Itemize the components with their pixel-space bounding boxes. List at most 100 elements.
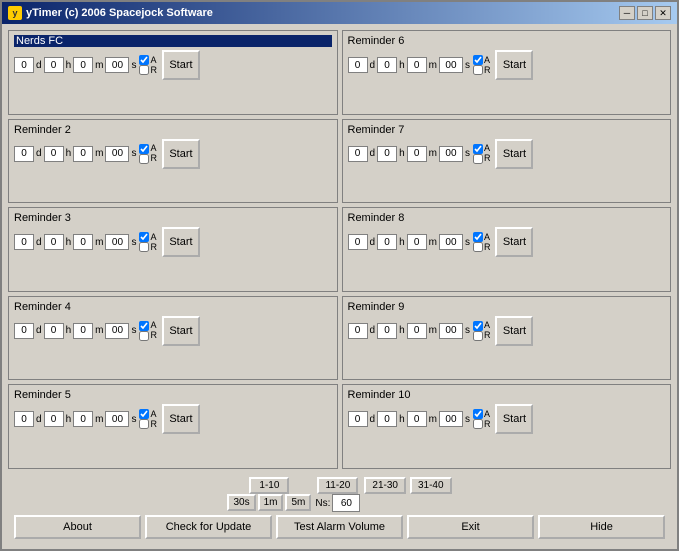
timer-4-minutes[interactable] bbox=[73, 323, 93, 339]
about-button[interactable]: About bbox=[14, 515, 141, 539]
timer-4-start-button[interactable]: Start bbox=[162, 316, 200, 346]
timer-8-repeat-checkbox[interactable] bbox=[473, 242, 483, 252]
timer-7-minutes[interactable] bbox=[407, 146, 427, 162]
timer-2-repeat-checkbox[interactable] bbox=[139, 154, 149, 164]
timer-9-minutes[interactable] bbox=[407, 323, 427, 339]
timer-9-repeat-checkbox[interactable] bbox=[473, 331, 483, 341]
timer-8-days[interactable] bbox=[348, 234, 368, 250]
timer-5-minutes[interactable] bbox=[73, 411, 93, 427]
timer-2-seconds[interactable] bbox=[105, 146, 129, 162]
exit-button[interactable]: Exit bbox=[407, 515, 534, 539]
timer-10-days[interactable] bbox=[348, 411, 368, 427]
timer-9-days[interactable] bbox=[348, 323, 368, 339]
timer-box-5: Reminder 5dhmsARStart bbox=[8, 384, 338, 469]
timer-5-seconds[interactable] bbox=[105, 411, 129, 427]
timer-name-4[interactable]: Reminder 4 bbox=[14, 301, 332, 313]
hide-button[interactable]: Hide bbox=[538, 515, 665, 539]
timer-10-start-button[interactable]: Start bbox=[495, 404, 533, 434]
timer-2-minutes[interactable] bbox=[73, 146, 93, 162]
timer-6-start-button[interactable]: Start bbox=[495, 50, 533, 80]
timer-1-minutes[interactable] bbox=[73, 57, 93, 73]
timer-name-5[interactable]: Reminder 5 bbox=[14, 389, 332, 401]
timer-3-days[interactable] bbox=[14, 234, 34, 250]
preset-5m-button[interactable]: 5m bbox=[285, 494, 311, 511]
timer-name-1[interactable]: Nerds FC bbox=[14, 35, 332, 47]
timer-3-alarm-checkbox[interactable] bbox=[139, 232, 149, 242]
timer-7-seconds[interactable] bbox=[439, 146, 463, 162]
preset-1m-button[interactable]: 1m bbox=[258, 494, 284, 511]
timer-1-start-button[interactable]: Start bbox=[162, 50, 200, 80]
timer-3-repeat-checkbox[interactable] bbox=[139, 242, 149, 252]
timer-name-8[interactable]: Reminder 8 bbox=[348, 212, 666, 224]
timer-7-repeat-checkbox[interactable] bbox=[473, 154, 483, 164]
timer-3-minutes[interactable] bbox=[73, 234, 93, 250]
timer-4-seconds[interactable] bbox=[105, 323, 129, 339]
timer-1-days[interactable] bbox=[14, 57, 34, 73]
timer-8-seconds[interactable] bbox=[439, 234, 463, 250]
timer-9-alarm-checkbox[interactable] bbox=[473, 321, 483, 331]
timer-4-repeat-checkbox[interactable] bbox=[139, 331, 149, 341]
timer-9-start-button[interactable]: Start bbox=[495, 316, 533, 346]
preset-30s-button[interactable]: 30s bbox=[227, 494, 255, 511]
page-21-30-button[interactable]: 21-30 bbox=[364, 477, 406, 494]
timer-8-hours[interactable] bbox=[377, 234, 397, 250]
timer-2-hours[interactable] bbox=[44, 146, 64, 162]
timer-5-start-button[interactable]: Start bbox=[162, 404, 200, 434]
timer-6-seconds[interactable] bbox=[439, 57, 463, 73]
timer-9-hours[interactable] bbox=[377, 323, 397, 339]
timer-7-days[interactable] bbox=[348, 146, 368, 162]
timer-4-days[interactable] bbox=[14, 323, 34, 339]
timer-name-6[interactable]: Reminder 6 bbox=[348, 35, 666, 47]
timer-4-alarm-checkbox[interactable] bbox=[139, 321, 149, 331]
timer-10-seconds[interactable] bbox=[439, 411, 463, 427]
timer-5-days[interactable] bbox=[14, 411, 34, 427]
ns-input[interactable] bbox=[332, 494, 360, 512]
timer-name-9[interactable]: Reminder 9 bbox=[348, 301, 666, 313]
test-alarm-button[interactable]: Test Alarm Volume bbox=[276, 515, 403, 539]
timer-3-start-button[interactable]: Start bbox=[162, 227, 200, 257]
timer-1-seconds[interactable] bbox=[105, 57, 129, 73]
timer-2-start-button[interactable]: Start bbox=[162, 139, 200, 169]
timer-name-3[interactable]: Reminder 3 bbox=[14, 212, 332, 224]
timer-8-minutes[interactable] bbox=[407, 234, 427, 250]
timer-2-days[interactable] bbox=[14, 146, 34, 162]
timer-10-repeat-checkbox[interactable] bbox=[473, 419, 483, 429]
timer-name-10[interactable]: Reminder 10 bbox=[348, 389, 666, 401]
timer-4-hours[interactable] bbox=[44, 323, 64, 339]
timer-9-seconds[interactable] bbox=[439, 323, 463, 339]
timer-name-2[interactable]: Reminder 2 bbox=[14, 124, 332, 136]
timer-6-hours[interactable] bbox=[377, 57, 397, 73]
timer-2-m-label: m bbox=[95, 148, 103, 159]
page-11-20-button[interactable]: 11-20 bbox=[317, 477, 358, 494]
timer-10-hours[interactable] bbox=[377, 411, 397, 427]
check-update-button[interactable]: Check for Update bbox=[145, 515, 272, 539]
timer-6-minutes[interactable] bbox=[407, 57, 427, 73]
timer-10-minutes[interactable] bbox=[407, 411, 427, 427]
timer-6-days[interactable] bbox=[348, 57, 368, 73]
timer-2-alarm-checkbox[interactable] bbox=[139, 144, 149, 154]
timer-6-alarm-checkbox[interactable] bbox=[473, 55, 483, 65]
timer-3-hours[interactable] bbox=[44, 234, 64, 250]
timer-5-repeat-checkbox[interactable] bbox=[139, 419, 149, 429]
page-1-10-button[interactable]: 1-10 bbox=[249, 477, 289, 494]
minimize-button[interactable]: ─ bbox=[619, 6, 635, 20]
timer-3-seconds[interactable] bbox=[105, 234, 129, 250]
timer-name-7[interactable]: Reminder 7 bbox=[348, 124, 666, 136]
page-31-40-button[interactable]: 31-40 bbox=[410, 477, 452, 494]
timer-8-alarm-checkbox[interactable] bbox=[473, 232, 483, 242]
timer-8-start-button[interactable]: Start bbox=[495, 227, 533, 257]
timer-1-hours[interactable] bbox=[44, 57, 64, 73]
timer-3-h-label: h bbox=[66, 237, 72, 248]
timer-6-repeat-checkbox[interactable] bbox=[473, 65, 483, 75]
close-button[interactable]: ✕ bbox=[655, 6, 671, 20]
timer-1-repeat-checkbox[interactable] bbox=[139, 65, 149, 75]
timer-controls-7: dhmsARStart bbox=[348, 139, 666, 169]
timer-7-hours[interactable] bbox=[377, 146, 397, 162]
maximize-button[interactable]: □ bbox=[637, 6, 653, 20]
timer-7-alarm-checkbox[interactable] bbox=[473, 144, 483, 154]
timer-7-start-button[interactable]: Start bbox=[495, 139, 533, 169]
timer-5-hours[interactable] bbox=[44, 411, 64, 427]
timer-5-alarm-checkbox[interactable] bbox=[139, 409, 149, 419]
timer-1-alarm-checkbox[interactable] bbox=[139, 55, 149, 65]
timer-10-alarm-checkbox[interactable] bbox=[473, 409, 483, 419]
